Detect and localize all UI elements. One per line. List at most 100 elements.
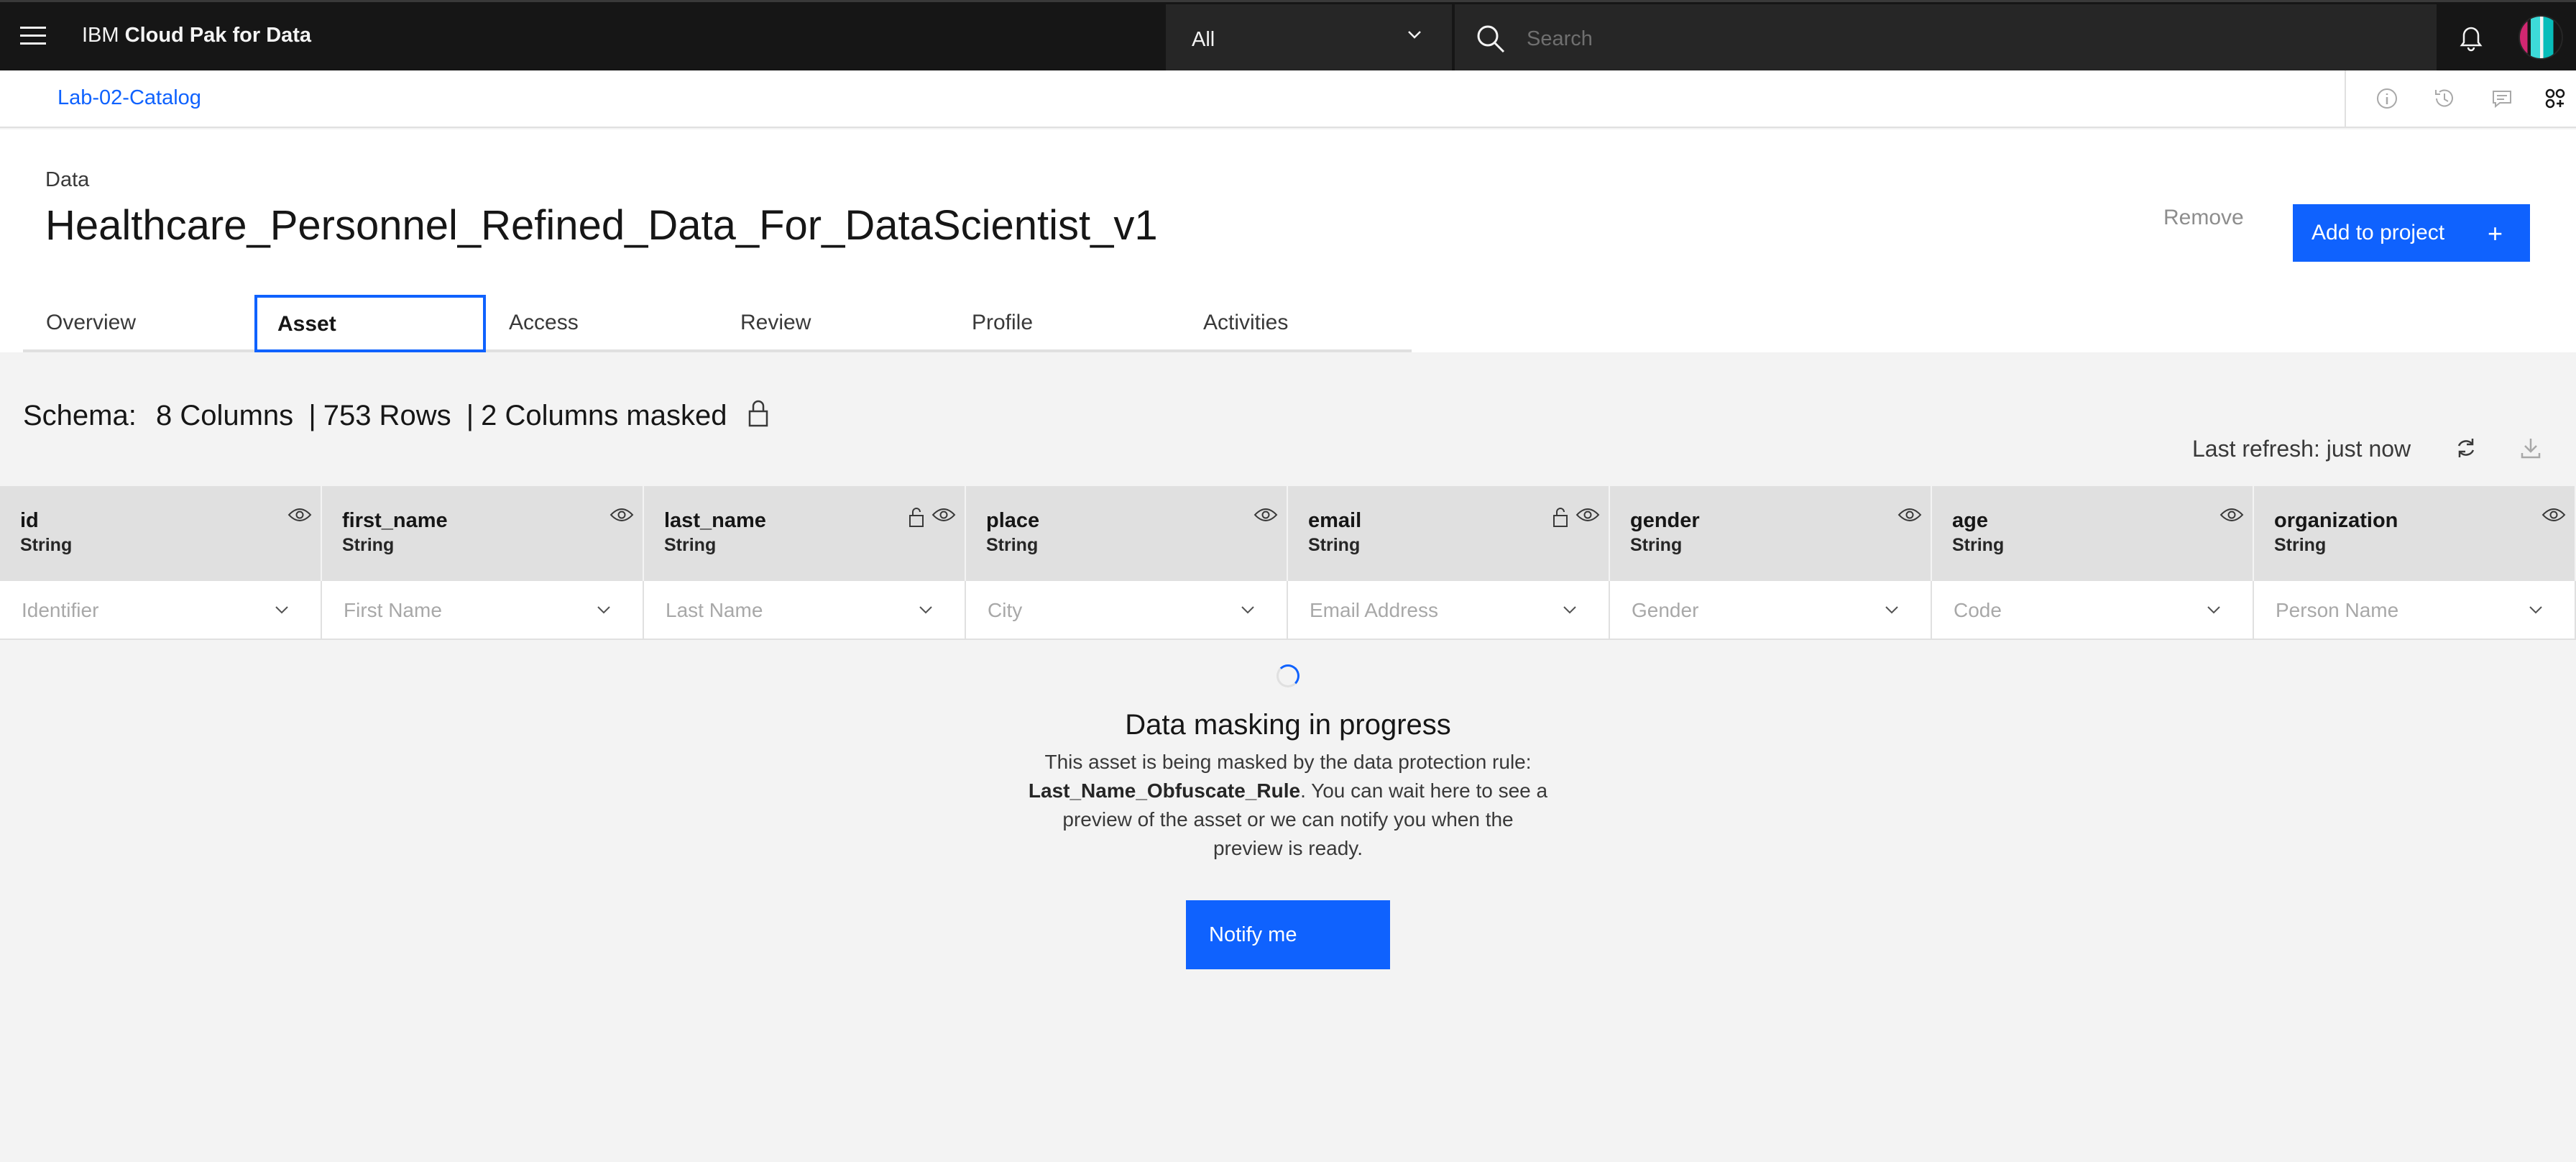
row-count: 753 Rows xyxy=(323,400,451,431)
tab-review[interactable]: Review xyxy=(717,295,949,352)
business-term-dropdown[interactable]: First Name xyxy=(322,581,644,640)
business-term-placeholder: City xyxy=(988,599,1023,621)
business-term-dropdown[interactable]: Last Name xyxy=(644,581,966,640)
page-title: Healthcare_Personnel_Refined_Data_For_Da… xyxy=(45,202,1158,249)
brand-name: Cloud Pak for Data xyxy=(124,24,312,47)
masking-title: Data masking in progress xyxy=(1125,709,1451,741)
chevron-down-icon xyxy=(1563,606,1576,614)
column-header[interactable]: age String xyxy=(1932,486,2254,581)
table-column: email String Email Address xyxy=(1288,486,1610,640)
download-icon[interactable] xyxy=(2518,436,2543,460)
column-name: id xyxy=(20,509,39,532)
table-column: first_name String First Name xyxy=(322,486,644,640)
column-type: String xyxy=(986,535,1039,555)
column-name: place xyxy=(986,509,1040,532)
table-column: age String Code xyxy=(1932,486,2254,640)
eye-icon[interactable] xyxy=(2542,506,2566,523)
column-header[interactable]: organization String xyxy=(2254,486,2576,581)
chevron-down-icon xyxy=(1241,606,1254,614)
column-type: String xyxy=(1630,535,1683,555)
business-term-placeholder: First Name xyxy=(344,599,442,621)
asset-actions xyxy=(2345,70,2576,127)
search-input[interactable] xyxy=(1527,23,2389,55)
chevron-down-icon xyxy=(597,606,610,614)
column-header[interactable]: first_name String xyxy=(322,486,644,581)
refresh-icon[interactable] xyxy=(2454,436,2478,460)
business-term-placeholder: Identifier xyxy=(22,599,99,621)
column-header[interactable]: place String xyxy=(966,486,1288,581)
comment-icon[interactable] xyxy=(2490,86,2514,111)
tab-activities[interactable]: Activities xyxy=(1180,295,1412,352)
business-term-dropdown[interactable]: City xyxy=(966,581,1288,640)
apps-icon[interactable] xyxy=(2543,86,2567,111)
top-nav-bar: IBM Cloud Pak for Data All xyxy=(0,0,2576,73)
business-term-placeholder: Code xyxy=(1954,599,2002,621)
column-type: String xyxy=(2274,535,2327,555)
business-term-dropdown[interactable]: Person Name xyxy=(2254,581,2576,640)
eye-icon[interactable] xyxy=(2220,506,2244,523)
column-name: organization xyxy=(2274,509,2398,532)
add-to-project-button[interactable]: Add to project + xyxy=(2293,204,2530,262)
global-search xyxy=(1455,4,2437,73)
column-type: String xyxy=(20,535,73,555)
remove-button[interactable]: Remove xyxy=(2163,206,2244,230)
column-header[interactable]: email String xyxy=(1288,486,1610,581)
info-icon[interactable] xyxy=(2375,86,2399,111)
masking-text-before: This asset is being masked by the data p… xyxy=(1044,751,1532,773)
history-icon[interactable] xyxy=(2432,86,2457,111)
column-name: age xyxy=(1952,509,1988,532)
search-scope-dropdown[interactable]: All xyxy=(1166,4,1452,73)
chevron-down-icon xyxy=(1885,606,1898,614)
chevron-down-icon xyxy=(2529,606,2542,614)
avatar[interactable] xyxy=(2518,15,2563,60)
add-to-project-label: Add to project xyxy=(2312,221,2445,244)
breadcrumb-catalog-link[interactable]: Lab-02-Catalog xyxy=(58,86,201,110)
asset-type-label: Data xyxy=(45,168,90,191)
search-icon xyxy=(1477,25,1505,53)
tab-profile[interactable]: Profile xyxy=(949,295,1180,352)
column-type: String xyxy=(1952,535,2005,555)
brand-prefix: IBM xyxy=(82,24,119,47)
eye-icon[interactable] xyxy=(610,506,634,523)
notification-icon[interactable] xyxy=(2455,21,2487,52)
eye-icon[interactable] xyxy=(1254,506,1278,523)
business-term-placeholder: Last Name xyxy=(666,599,763,621)
table-column: place String City xyxy=(966,486,1288,640)
tab-overview[interactable]: Overview xyxy=(23,295,254,352)
lock-icon xyxy=(1553,508,1568,527)
column-count: 8 Columns xyxy=(155,400,294,431)
separator: | xyxy=(308,400,316,431)
business-term-dropdown[interactable]: Identifier xyxy=(0,581,322,640)
column-header[interactable]: last_name String xyxy=(644,486,966,581)
eye-icon[interactable] xyxy=(932,506,956,523)
column-header[interactable]: id String xyxy=(0,486,322,581)
tab-asset[interactable]: Asset xyxy=(254,295,486,352)
column-type: String xyxy=(1308,535,1361,555)
product-name[interactable]: IBM Cloud Pak for Data xyxy=(82,24,311,47)
tab-access[interactable]: Access xyxy=(486,295,717,352)
masking-description: This asset is being masked by the data p… xyxy=(1028,748,1548,863)
business-term-dropdown[interactable]: Code xyxy=(1932,581,2254,640)
chevron-down-icon xyxy=(1408,31,1421,39)
column-header[interactable]: gender String xyxy=(1610,486,1932,581)
scope-value: All xyxy=(1192,28,1215,51)
notify-me-button[interactable]: Notify me xyxy=(1186,900,1390,969)
chevron-down-icon xyxy=(275,606,288,614)
lock-icon xyxy=(909,508,924,527)
table-column: last_name String Last Name xyxy=(644,486,966,640)
masking-rule-name: Last_Name_Obfuscate_Rule xyxy=(1028,779,1301,802)
business-term-placeholder: Email Address xyxy=(1310,599,1438,621)
business-term-dropdown[interactable]: Gender xyxy=(1610,581,1932,640)
asset-header: Data Healthcare_Personnel_Refined_Data_F… xyxy=(0,129,2576,352)
last-refresh-text: Last refresh: just now xyxy=(2192,436,2411,462)
eye-icon[interactable] xyxy=(1898,506,1922,523)
chevron-down-icon xyxy=(2207,606,2220,614)
table-column: id String Identifier xyxy=(0,486,322,640)
menu-icon[interactable] xyxy=(20,27,46,47)
eye-icon[interactable] xyxy=(1576,506,1600,523)
schema-summary: Schema: 8 Columns | 753 Rows | 2 Columns m… xyxy=(23,400,727,432)
breadcrumb-bar: Lab-02-Catalog xyxy=(0,70,2576,128)
business-term-dropdown[interactable]: Email Address xyxy=(1288,581,1610,640)
eye-icon[interactable] xyxy=(288,506,312,523)
table-column: gender String Gender xyxy=(1610,486,1932,640)
